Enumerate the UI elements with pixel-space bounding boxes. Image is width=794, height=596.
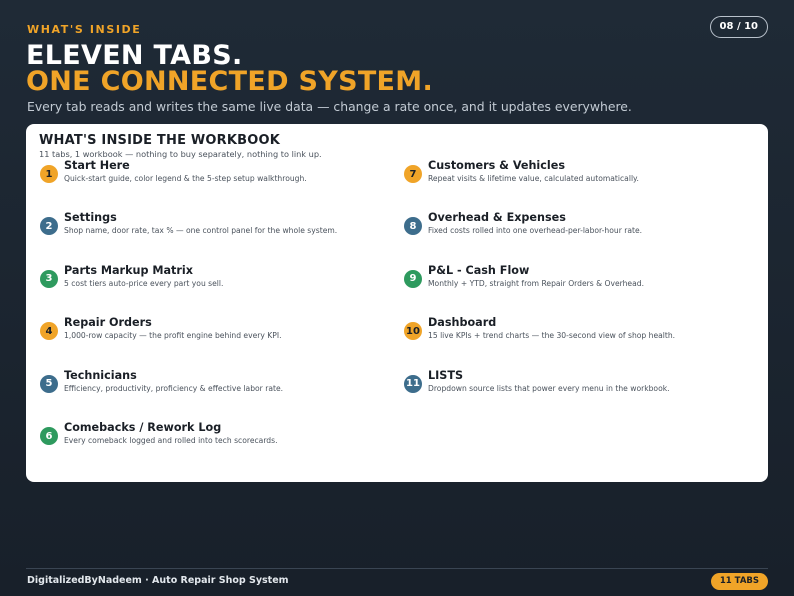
tab-name: Customers & Vehicles — [428, 159, 565, 172]
tab-name: Overhead & Expenses — [428, 211, 566, 225]
tab-number-badge: 8 — [404, 217, 422, 236]
tab-description: Fixed costs rolled into one overhead-per… — [428, 226, 643, 236]
tab-description: Repeat visits & lifetime value, calculat… — [428, 174, 639, 183]
tab-number-badge: 2 — [40, 217, 58, 236]
tab-description: 5 cost tiers auto-price every part you s… — [64, 278, 224, 288]
tab-description: 1,000-row capacity — the profit engine b… — [64, 331, 282, 341]
tab-number-badge: 6 — [40, 427, 58, 445]
tab-description: Dropdown source lists that power every m… — [428, 383, 670, 393]
tab-description: Shop name, door rate, tax % — one contro… — [64, 226, 338, 236]
tab-number-badge: 3 — [40, 269, 58, 288]
tab-name: Comebacks / Rework Log — [64, 421, 222, 434]
card-title: WHAT'S INSIDE THE WORKBOOK — [39, 133, 281, 148]
tab-number-badge: 10 — [404, 322, 422, 341]
page-subtitle: Every tab reads and writes the same live… — [27, 99, 632, 114]
tab-name: LISTS — [428, 368, 464, 382]
card-subtitle: 11 tabs, 1 workbook — nothing to buy sep… — [39, 149, 322, 159]
tab-name: Parts Markup Matrix — [64, 263, 193, 277]
tab-name: P&L - Cash Flow — [428, 263, 530, 277]
tab-number-badge: 9 — [404, 269, 422, 288]
footer-divider — [26, 568, 768, 569]
footer-brand: DigitalizedByNadeem · Auto Repair Shop S… — [27, 575, 289, 586]
tab-name: Settings — [64, 211, 117, 225]
tab-description: Efficiency, productivity, proficiency & … — [64, 383, 284, 393]
tab-description: Every comeback logged and rolled into te… — [64, 436, 278, 445]
eyebrow-label: WHAT'S INSIDE — [27, 23, 142, 36]
tab-name: Repair Orders — [64, 316, 152, 330]
tab-name: Technicians — [64, 368, 137, 382]
tab-count-badge: 11 TABS — [710, 573, 768, 590]
tab-number-badge: 1 — [40, 165, 58, 183]
tab-description: 15 live KPIs + trend charts — the 30-sec… — [428, 331, 676, 341]
tab-name: Dashboard — [428, 316, 497, 330]
tab-description: Monthly + YTD, straight from Repair Orde… — [428, 278, 644, 288]
tab-number-badge: 4 — [40, 322, 58, 341]
workbook-card: WHAT'S INSIDE THE WORKBOOK 11 tabs, 1 wo… — [26, 124, 768, 482]
tab-name: Start Here — [64, 159, 130, 172]
tab-number-badge: 5 — [40, 374, 58, 393]
page-indicator: 08 / 10 — [709, 16, 768, 38]
page-title-line-2: ONE CONNECTED SYSTEM. — [26, 66, 434, 97]
tab-number-badge: 11 — [404, 374, 422, 393]
tab-description: Quick-start guide, color legend & the 5-… — [64, 174, 307, 183]
tab-number-badge: 7 — [404, 165, 422, 183]
